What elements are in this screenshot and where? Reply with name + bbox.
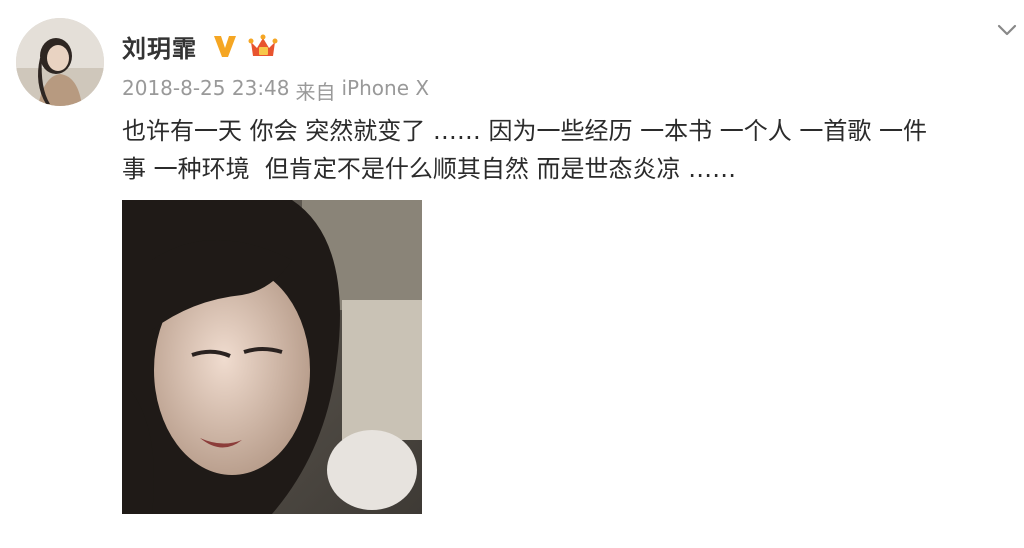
post-meta: 2018-8-25 23:48 来自 iPhone X bbox=[122, 76, 429, 105]
member-crown-icon[interactable] bbox=[247, 32, 279, 60]
chevron-down-icon[interactable] bbox=[996, 22, 1018, 38]
post-image[interactable] bbox=[122, 200, 422, 514]
post-content: 也许有一天 你会 突然就变了 …… 因为一些经历 一本书 一个人 一首歌 一件 … bbox=[122, 112, 982, 188]
post-content-line: 也许有一天 你会 突然就变了 …… 因为一些经历 一本书 一个人 一首歌 一件 bbox=[122, 117, 928, 145]
author-row: 刘玥霏 bbox=[122, 28, 279, 64]
weibo-post: 刘玥霏 2018-8-25 23:48 来自 iPhone X 也许有一天 你会… bbox=[0, 0, 1024, 548]
post-timestamp[interactable]: 2018-8-25 23:48 bbox=[122, 76, 290, 105]
author-name[interactable]: 刘玥霏 bbox=[122, 29, 197, 64]
verified-icon bbox=[214, 36, 236, 57]
avatar[interactable] bbox=[16, 18, 104, 106]
source-prefix: 来自 bbox=[295, 80, 336, 104]
post-content-line: 事 一种环境 但肯定不是什么顺其自然 而是世态炎凉 …… bbox=[122, 155, 737, 183]
source-device: iPhone X bbox=[341, 76, 430, 100]
